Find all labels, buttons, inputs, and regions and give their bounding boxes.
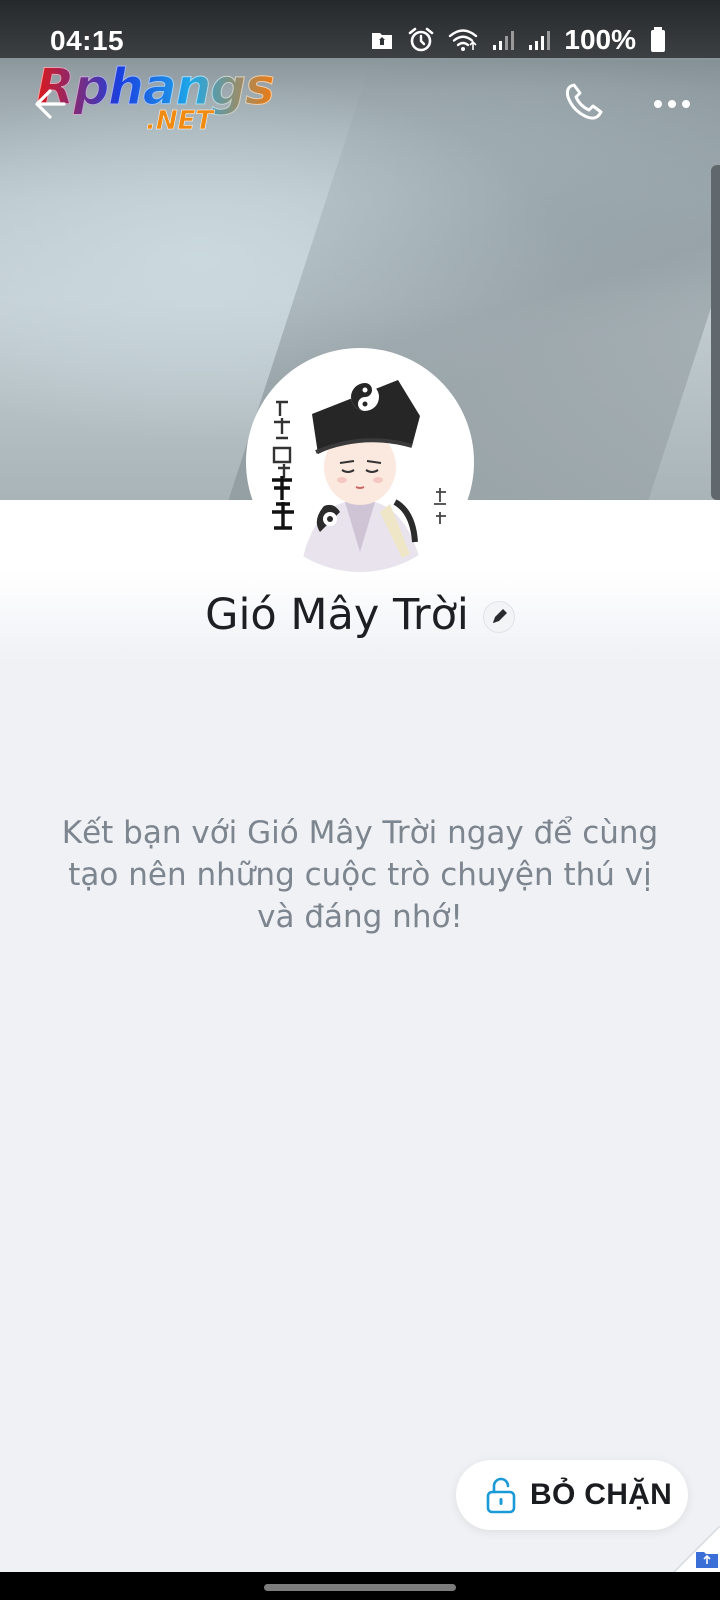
unblock-label: BỎ CHẶN [530,1478,673,1511]
add-friend-invite-text: Kết bạn với Gió Mây Trời ngay để cùng tạ… [61,815,659,935]
profile-name: Gió Mây Trời [205,590,469,640]
system-nav-bar [0,1572,720,1600]
avatar[interactable] [246,348,474,576]
folder-icon [671,1525,720,1575]
watermark-sub: .NET [146,106,214,137]
signal-icon [493,31,515,50]
status-time: 04:15 [50,25,125,56]
unlock-icon [486,1477,516,1514]
alarm-icon [409,27,434,52]
back-button[interactable] [30,82,74,126]
unblock-button[interactable]: BỎ CHẶN [456,1460,688,1530]
battery-percent: 100% [564,24,636,55]
taoist-cartoon-avatar [250,352,470,572]
more-dots-icon [654,100,690,108]
corner-shortcut[interactable] [671,1525,720,1575]
signal-icon [529,31,551,50]
sd-card-icon [372,33,393,49]
watermark-logo: Rphangs .NET [36,58,296,138]
edit-name-button[interactable] [482,601,515,633]
more-options-button[interactable] [652,86,692,122]
phone-icon [565,83,603,120]
status-icons: 100% [370,24,666,56]
home-indicator[interactable] [264,1584,456,1591]
battery-icon [651,27,665,52]
scrollbar[interactable] [711,165,720,500]
status-bar: 04:15 100% [0,0,720,58]
pencil-icon [492,609,507,623]
call-button[interactable] [562,80,608,126]
profile-name-row: Gió Mây Trời [0,587,720,643]
wifi-icon [449,29,478,51]
back-arrow-icon [35,89,66,119]
